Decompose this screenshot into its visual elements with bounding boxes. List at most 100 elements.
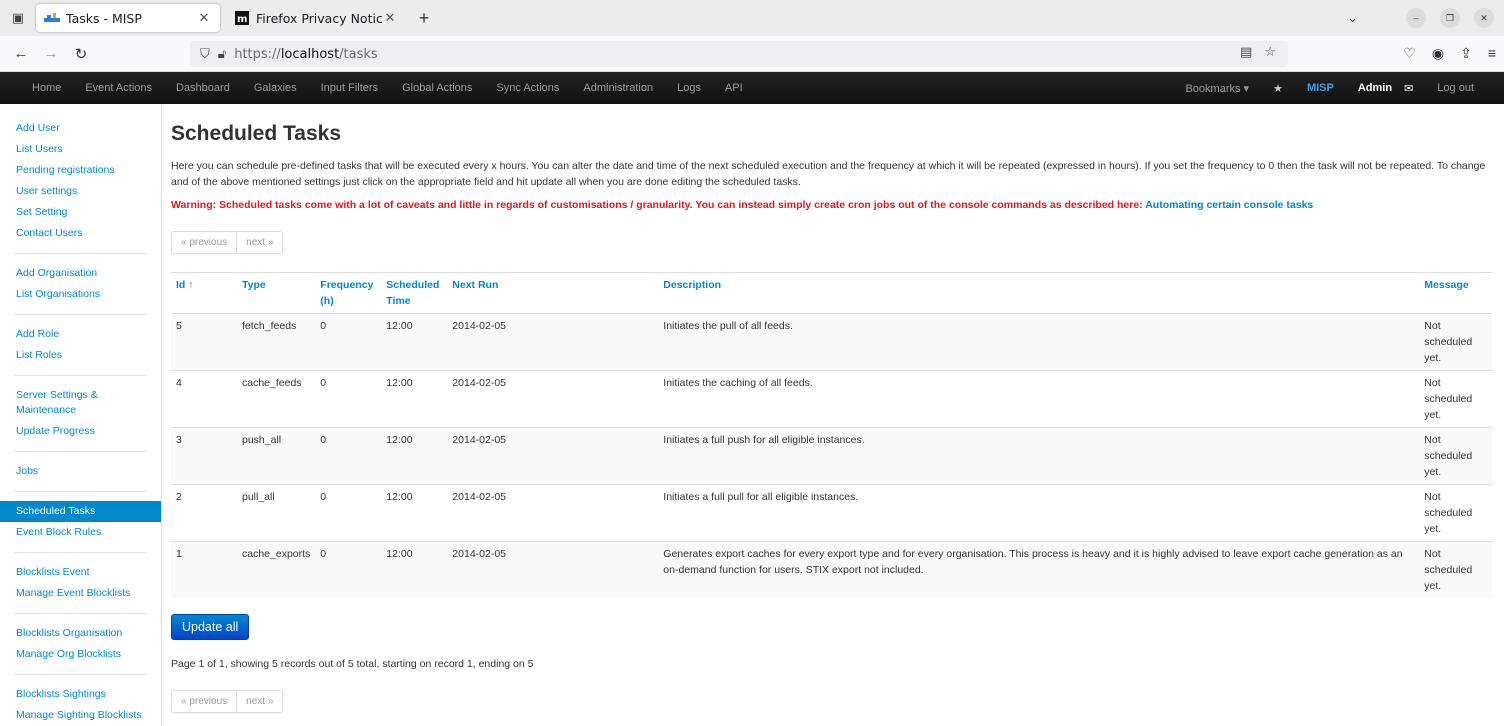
cell-next-run[interactable]: 2014-02-05 bbox=[447, 313, 659, 371]
menu-sync-actions[interactable]: Sync Actions bbox=[484, 82, 571, 94]
cell-scheduled-time[interactable]: 12:00 bbox=[381, 541, 448, 598]
new-tab-icon[interactable]: + bbox=[412, 8, 436, 29]
sidebar-item-jobs[interactable]: Jobs bbox=[0, 461, 161, 482]
sidebar-item-blocklists-organisation[interactable]: Blocklists Organisation bbox=[0, 623, 161, 644]
bookmark-star-icon[interactable]: ☆ bbox=[1264, 45, 1276, 60]
cell-frequency[interactable]: 0 bbox=[315, 313, 382, 371]
menu-input-filters[interactable]: Input Filters bbox=[309, 82, 390, 94]
cell-frequency[interactable]: 0 bbox=[315, 427, 382, 485]
cell-description: Initiates a full push for all eligible i… bbox=[658, 427, 1420, 485]
sidebar-item-add-user[interactable]: Add User bbox=[0, 118, 161, 139]
cell-scheduled-time[interactable]: 12:00 bbox=[381, 427, 448, 485]
sidebar-item-add-role[interactable]: Add Role bbox=[0, 324, 161, 345]
sidebar-item-add-organisation[interactable]: Add Organisation bbox=[0, 263, 161, 284]
minimize-icon[interactable]: – bbox=[1406, 8, 1426, 28]
next-button[interactable]: next » bbox=[236, 691, 282, 712]
close-tab-icon[interactable]: ✕ bbox=[382, 11, 398, 26]
back-arrow-icon[interactable]: ← bbox=[6, 45, 36, 62]
menu-event-actions[interactable]: Event Actions bbox=[73, 82, 164, 94]
chevron-down-icon[interactable]: ⌄ bbox=[1347, 10, 1358, 26]
sidebar-item-list-users[interactable]: List Users bbox=[0, 139, 161, 160]
previous-button[interactable]: « previous bbox=[172, 232, 236, 253]
url-protocol: https:// bbox=[234, 46, 281, 62]
header-description[interactable]: Description bbox=[658, 272, 1420, 314]
tab-list-icon[interactable]: ▣ bbox=[8, 8, 28, 28]
menu-logout[interactable]: Log out bbox=[1425, 82, 1504, 94]
next-button[interactable]: next » bbox=[236, 232, 282, 253]
sidebar-divider bbox=[14, 375, 147, 376]
menu-logs[interactable]: Logs bbox=[665, 82, 713, 94]
sidebar-item-manage-org-blocklists[interactable]: Manage Org Blocklists bbox=[0, 644, 161, 665]
sidebar-item-manage-sighting-blocklists[interactable]: Manage Sighting Blocklists bbox=[0, 705, 161, 726]
header-scheduled-time[interactable]: Scheduled Time bbox=[381, 272, 448, 314]
close-window-icon[interactable]: ✕ bbox=[1474, 8, 1494, 28]
cell-type: push_all bbox=[237, 427, 316, 485]
forward-arrow-icon[interactable]: → bbox=[36, 45, 66, 62]
previous-button[interactable]: « previous bbox=[172, 691, 236, 712]
header-id[interactable]: Id ↑ bbox=[171, 272, 237, 314]
sidebar-item-scheduled-tasks[interactable]: Scheduled Tasks bbox=[0, 501, 161, 522]
sidebar-item-list-organisations[interactable]: List Organisations bbox=[0, 284, 161, 305]
cell-scheduled-time[interactable]: 12:00 bbox=[381, 484, 448, 542]
menu-dashboard[interactable]: Dashboard bbox=[164, 82, 242, 94]
sidebar-item-event-block-rules[interactable]: Event Block Rules bbox=[0, 522, 161, 543]
header-message[interactable]: Message bbox=[1419, 272, 1492, 314]
sidebar-item-contact-users[interactable]: Contact Users bbox=[0, 223, 161, 244]
pocket-icon[interactable]: ♡ bbox=[1403, 45, 1416, 62]
cell-id: 1 bbox=[171, 541, 237, 598]
menu-galaxies[interactable]: Galaxies bbox=[242, 82, 309, 94]
star-icon[interactable]: ★ bbox=[1261, 82, 1295, 95]
url-path: /tasks bbox=[339, 46, 378, 62]
main-content: Scheduled Tasks Here you can schedule pr… bbox=[162, 104, 1504, 726]
lock-icon[interactable]: 🔓︎ bbox=[218, 47, 226, 62]
cell-scheduled-time[interactable]: 12:00 bbox=[381, 370, 448, 428]
cell-id: 3 bbox=[171, 427, 237, 485]
menu-home[interactable]: Home bbox=[0, 82, 73, 94]
reload-icon[interactable]: ↻ bbox=[66, 45, 96, 63]
header-frequency[interactable]: Frequency (h) bbox=[315, 272, 382, 314]
header-next-run[interactable]: Next Run bbox=[447, 272, 659, 314]
menu-icon[interactable]: ≡ bbox=[1488, 45, 1496, 62]
menu-admin[interactable]: Admin bbox=[1346, 82, 1404, 94]
cell-next-run[interactable]: 2014-02-05 bbox=[447, 427, 659, 485]
reader-view-icon[interactable]: ▤ bbox=[1240, 45, 1252, 60]
close-tab-icon[interactable]: ✕ bbox=[196, 11, 212, 26]
menu-administration[interactable]: Administration bbox=[571, 82, 665, 94]
cell-frequency[interactable]: 0 bbox=[315, 370, 382, 428]
sidebar-item-blocklists-event[interactable]: Blocklists Event bbox=[0, 562, 161, 583]
menu-global-actions[interactable]: Global Actions bbox=[390, 82, 484, 94]
envelope-icon[interactable]: ✉ bbox=[1404, 82, 1425, 95]
sidebar-item-update-progress[interactable]: Update Progress bbox=[0, 421, 161, 442]
sidebar-item-manage-event-blocklists[interactable]: Manage Event Blocklists bbox=[0, 583, 161, 604]
shield-icon[interactable]: ⛉ bbox=[200, 47, 210, 62]
update-all-button[interactable]: Update all bbox=[171, 614, 250, 640]
sidebar-item-blocklists-sightings[interactable]: Blocklists Sightings bbox=[0, 684, 161, 705]
menu-api[interactable]: API bbox=[713, 82, 755, 94]
table-row: 3 push_all 0 12:00 2014-02-05 Initiates … bbox=[171, 427, 1492, 485]
sidebar-divider bbox=[14, 451, 147, 452]
header-type[interactable]: Type bbox=[237, 272, 316, 314]
cell-next-run[interactable]: 2014-02-05 bbox=[447, 370, 659, 428]
restore-icon[interactable]: ❐ bbox=[1440, 8, 1460, 28]
sidebar-item-set-setting[interactable]: Set Setting bbox=[0, 202, 161, 223]
cell-frequency[interactable]: 0 bbox=[315, 541, 382, 598]
extensions-icon[interactable]: ⇪ bbox=[1460, 45, 1472, 62]
cell-message: Not scheduled yet. bbox=[1419, 541, 1492, 598]
cell-frequency[interactable]: 0 bbox=[315, 484, 382, 542]
menu-misp-brand[interactable]: MISP bbox=[1295, 82, 1346, 94]
sidebar-item-user-settings[interactable]: User settings bbox=[0, 181, 161, 202]
sidebar-item-list-roles[interactable]: List Roles bbox=[0, 345, 161, 366]
cell-next-run[interactable]: 2014-02-05 bbox=[447, 541, 659, 598]
cell-scheduled-time[interactable]: 12:00 bbox=[381, 313, 448, 371]
sidebar-divider bbox=[14, 253, 147, 254]
url-bar[interactable]: ⛉ 🔓︎ https://localhost/tasks ▤ ☆ bbox=[190, 41, 1288, 67]
browser-tab[interactable]: m Firefox Privacy Notice — ✕ bbox=[226, 4, 406, 32]
menu-bookmarks[interactable]: Bookmarks ▾ bbox=[1153, 82, 1261, 95]
sidebar-item-server-settings[interactable]: Server Settings & Maintenance bbox=[0, 385, 161, 421]
sidebar-item-pending-registrations[interactable]: Pending registrations bbox=[0, 160, 161, 181]
account-icon[interactable]: ◉ bbox=[1432, 45, 1444, 62]
browser-tab-active[interactable]: Tasks - MISP ✕ bbox=[36, 4, 220, 32]
cell-next-run[interactable]: 2014-02-05 bbox=[447, 484, 659, 542]
console-tasks-link[interactable]: Automating certain console tasks bbox=[1145, 199, 1313, 211]
pagination-summary: Page 1 of 1, showing 5 records out of 5 … bbox=[171, 658, 534, 670]
